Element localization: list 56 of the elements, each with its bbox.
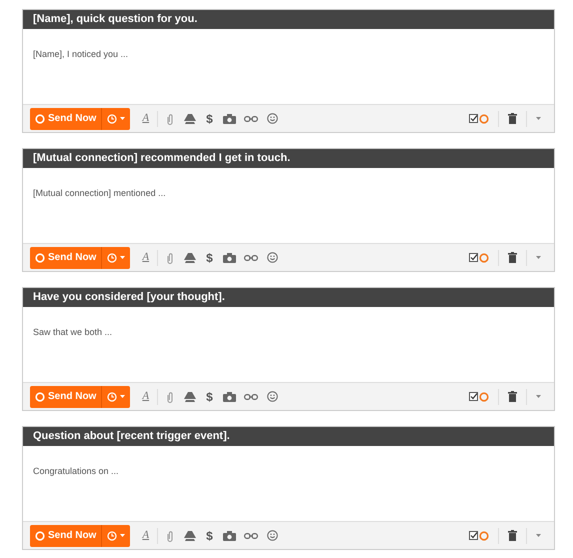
clock-icon	[107, 530, 118, 540]
link-icon[interactable]	[244, 116, 258, 122]
checkbox-icon[interactable]	[469, 114, 478, 123]
triangle-icon[interactable]	[184, 252, 196, 263]
triangle-icon[interactable]	[184, 113, 196, 124]
camera-icon[interactable]	[222, 252, 236, 262]
trash-icon[interactable]	[508, 530, 517, 541]
dollar-button[interactable]: $	[206, 526, 213, 544]
caret-icon	[120, 256, 126, 259]
dollar-button[interactable]: $	[206, 248, 213, 266]
caret-icon	[120, 534, 126, 537]
dollar-button[interactable]: $	[206, 388, 213, 406]
clock-icon	[107, 392, 118, 402]
circle-icon	[35, 252, 45, 262]
subject-bar: Have you considered [your thought].	[23, 288, 554, 307]
format-text-button[interactable]: A	[142, 110, 150, 127]
paperclip-icon[interactable]	[166, 390, 174, 402]
checkbox-icon[interactable]	[469, 392, 478, 401]
clock-icon	[107, 252, 118, 262]
camera-icon[interactable]	[222, 530, 236, 540]
circle-icon	[35, 392, 45, 402]
circle-icon	[35, 530, 45, 540]
subject-bar: [Name], quick question for you.	[23, 10, 554, 29]
caret-icon[interactable]	[536, 534, 541, 537]
subject-bar: Question about [recent trigger event].	[23, 427, 554, 446]
caret-icon[interactable]	[536, 117, 541, 120]
paperclip-icon[interactable]	[166, 530, 174, 542]
link-icon[interactable]	[244, 394, 258, 400]
checkbox-icon[interactable]	[469, 253, 478, 262]
trash-icon[interactable]	[508, 391, 517, 402]
trash-icon[interactable]	[508, 252, 517, 263]
camera-icon[interactable]	[222, 114, 236, 124]
paperclip-icon[interactable]	[166, 252, 174, 264]
smiley-icon[interactable]	[266, 252, 278, 263]
smiley-icon[interactable]	[266, 113, 278, 124]
link-icon[interactable]	[244, 254, 258, 260]
caret-icon	[120, 117, 126, 120]
triangle-icon[interactable]	[184, 391, 196, 402]
paperclip-icon[interactable]	[166, 112, 174, 124]
checkbox-icon[interactable]	[469, 531, 478, 540]
caret-icon[interactable]	[536, 395, 541, 398]
smiley-icon[interactable]	[266, 530, 278, 541]
subject-bar: [Mutual connection] recommended I get in touch.	[23, 149, 554, 168]
camera-icon[interactable]	[222, 392, 236, 402]
format-text-button[interactable]: A	[142, 249, 150, 266]
dollar-button[interactable]: $	[206, 110, 213, 128]
format-text-button[interactable]: A	[142, 527, 150, 544]
trash-icon[interactable]	[508, 113, 517, 124]
caret-icon[interactable]	[536, 256, 541, 259]
caret-icon	[120, 395, 126, 398]
format-text-button[interactable]: A	[142, 388, 150, 405]
link-icon[interactable]	[244, 532, 258, 538]
circle-icon	[35, 114, 45, 124]
smiley-icon[interactable]	[266, 391, 278, 402]
triangle-icon[interactable]	[184, 530, 196, 541]
clock-icon	[107, 114, 118, 124]
